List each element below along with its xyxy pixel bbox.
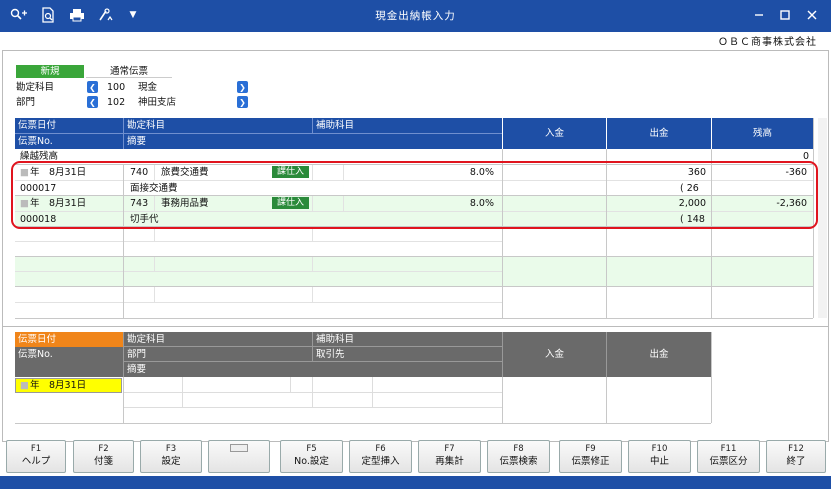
f5-no-settings-button[interactable]: F5 No.設定 <box>280 440 343 473</box>
f1-help-button[interactable]: F1 ヘルプ <box>6 440 66 473</box>
mode-badge: 新規 <box>16 65 84 78</box>
f3-settings-button[interactable]: F3 設定 <box>140 440 202 473</box>
fkey-number: F12 <box>788 444 804 454</box>
fkey-label: 伝票区分 <box>709 456 748 467</box>
fkey-number: F2 <box>98 444 109 454</box>
fkey-label: 伝票検索 <box>499 456 538 467</box>
chevron-right-icon: ❯ <box>239 97 246 107</box>
fkey-number: F7 <box>444 444 455 454</box>
chevron-left-icon: ❮ <box>89 97 96 107</box>
col-summary: 摘要 <box>124 134 502 149</box>
input-col-date: 伝票日付 <box>15 332 123 347</box>
fkey-number: F5 <box>306 444 317 454</box>
company-name: ＯＢＣ商事株式会社 <box>718 37 817 48</box>
window-title: 現金出納帳入力 <box>375 10 456 22</box>
col-deposit: 入金 <box>503 118 606 149</box>
input-col-deposit: 入金 <box>503 332 606 377</box>
fkey-label: 中止 <box>649 456 669 467</box>
fkey-label: ヘルプ <box>21 456 51 467</box>
close-icon[interactable] <box>801 6 823 24</box>
fkey-number: F10 <box>651 444 668 454</box>
col-voucher-no: 伝票No. <box>15 134 123 149</box>
next-account-button[interactable]: ❯ <box>237 81 248 93</box>
fkey-label: No.設定 <box>294 456 329 467</box>
f7-recalc-button[interactable]: F7 再集計 <box>418 440 481 473</box>
fkey-label: 再集計 <box>435 456 464 467</box>
input-era-suffix: 年 <box>30 380 40 391</box>
fkey-label: 伝票修正 <box>571 456 610 467</box>
prev-dept-button[interactable]: ❮ <box>87 96 98 108</box>
fkey-number: F3 <box>165 444 177 454</box>
highlight-ring <box>11 161 818 229</box>
f10-cancel-button[interactable]: F10 中止 <box>628 440 691 473</box>
col-balance: 残高 <box>712 118 813 149</box>
input-col-voucher-no: 伝票No. <box>15 347 123 377</box>
dept-code: 102 <box>107 97 126 108</box>
input-col-summary: 摘要 <box>124 362 502 377</box>
minimize-icon[interactable] <box>748 6 770 24</box>
account-code: 100 <box>107 82 126 93</box>
chevron-right-icon: ❯ <box>239 82 246 92</box>
f8-voucher-search-button[interactable]: F8 伝票検索 <box>487 440 550 473</box>
empty-row-2[interactable] <box>15 257 813 287</box>
fkey-number: F8 <box>513 444 524 454</box>
f9-voucher-edit-button[interactable]: F9 伝票修正 <box>559 440 622 473</box>
account-label: 勘定科目 <box>16 82 55 93</box>
empty-row-1[interactable] <box>15 227 813 257</box>
col-withdrawal: 出金 <box>607 118 711 149</box>
next-dept-button[interactable]: ❯ <box>237 96 248 108</box>
input-col-sub-account: 補助科目 <box>313 332 502 347</box>
voucher-type[interactable]: 通常伝票 <box>86 65 172 78</box>
title-bar: ▼ 現金出納帳入力 <box>0 0 831 32</box>
input-col-withdrawal: 出金 <box>607 332 711 377</box>
prev-account-button[interactable]: ❮ <box>87 81 98 93</box>
input-col-dept: 部門 <box>124 347 312 362</box>
maximize-icon[interactable] <box>774 6 796 24</box>
dept-label: 部門 <box>16 97 36 108</box>
col-account: 勘定科目 <box>124 118 312 134</box>
fkey-number: F11 <box>720 444 737 454</box>
status-bar <box>0 476 831 489</box>
dept-name: 神田支店 <box>138 97 177 108</box>
account-name: 現金 <box>138 82 158 93</box>
fkey-number: F6 <box>375 444 386 454</box>
input-col-account: 勘定科目 <box>124 332 312 347</box>
chevron-left-icon: ❮ <box>89 82 96 92</box>
f4-empty-button <box>208 440 270 473</box>
col-date: 伝票日付 <box>15 118 123 134</box>
fkey-number: F1 <box>30 444 42 454</box>
col-sub-account: 補助科目 <box>313 118 502 134</box>
f12-exit-button[interactable]: F12 終了 <box>766 440 826 473</box>
input-col-partner: 取引先 <box>313 347 502 362</box>
fkey-label: 付箋 <box>93 456 113 467</box>
fkey-blank <box>230 444 248 452</box>
input-date: 8月31日 <box>49 380 87 391</box>
fkey-label: 終了 <box>786 456 806 467</box>
fkey-label: 定型挿入 <box>361 456 400 467</box>
fkey-label: 設定 <box>161 456 181 467</box>
f2-sticky-button[interactable]: F2 付箋 <box>73 440 134 473</box>
scrollbar[interactable] <box>818 118 827 318</box>
f6-template-insert-button[interactable]: F6 定型挿入 <box>349 440 412 473</box>
fkey-number: F9 <box>585 444 596 454</box>
f11-voucher-class-button[interactable]: F11 伝票区分 <box>697 440 760 473</box>
